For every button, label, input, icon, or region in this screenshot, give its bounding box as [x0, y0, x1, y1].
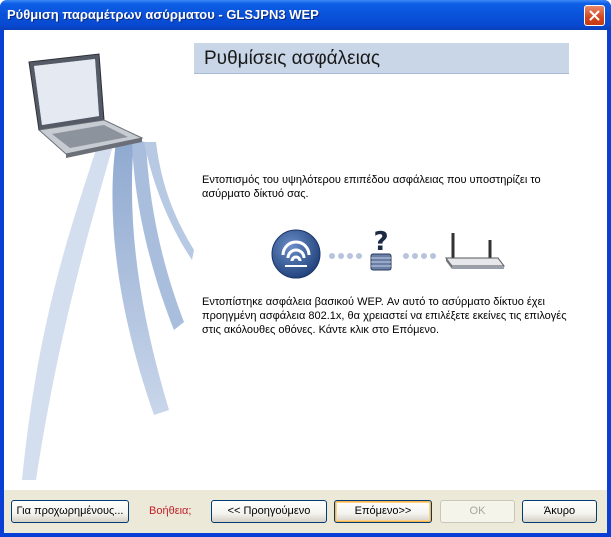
padlock-question-icon: ?	[370, 228, 392, 271]
back-button[interactable]: << Προηγούμενο	[211, 500, 327, 523]
dialog-window: Ρύθμιση παραμέτρων ασύρματου - GLSJPN3 W…	[0, 0, 611, 537]
next-button[interactable]: Επόμενο>>	[334, 500, 432, 523]
wep-detected-description: Εντοπίστηκε ασφάλεια βασικού WEP. Αν αυτ…	[202, 296, 567, 336]
window-title: Ρύθμιση παραμέτρων ασύρματου - GLSJPN3 W…	[7, 7, 319, 22]
laptop-illustration	[22, 53, 194, 480]
wireless-signal-icon	[271, 229, 321, 279]
security-diagram: ?	[271, 228, 505, 279]
dialog-body: Ρυθμίσεις ασφάλειας Εντοπισμός του υψηλό…	[4, 30, 607, 533]
ok-button[interactable]: OK	[440, 500, 515, 523]
cancel-button[interactable]: Άκυρο	[522, 500, 597, 523]
advanced-button[interactable]: Για προχωρημένους...	[11, 500, 129, 523]
close-button[interactable]	[584, 5, 605, 26]
section-header: Ρυθμίσεις ασφάλειας	[194, 43, 569, 74]
close-icon	[589, 10, 600, 21]
help-link[interactable]: Βοήθεια;	[149, 505, 191, 517]
router-icon	[445, 233, 505, 269]
section-title: Ρυθμίσεις ασφάλειας	[204, 48, 381, 69]
laptop-icon	[28, 53, 144, 158]
title-bar[interactable]: Ρύθμιση παραμέτρων ασύρματου - GLSJPN3 W…	[0, 0, 611, 30]
detect-description: Εντοπισμός του υψηλότερου επιπέδου ασφάλ…	[202, 174, 541, 200]
svg-text:?: ?	[373, 228, 388, 257]
